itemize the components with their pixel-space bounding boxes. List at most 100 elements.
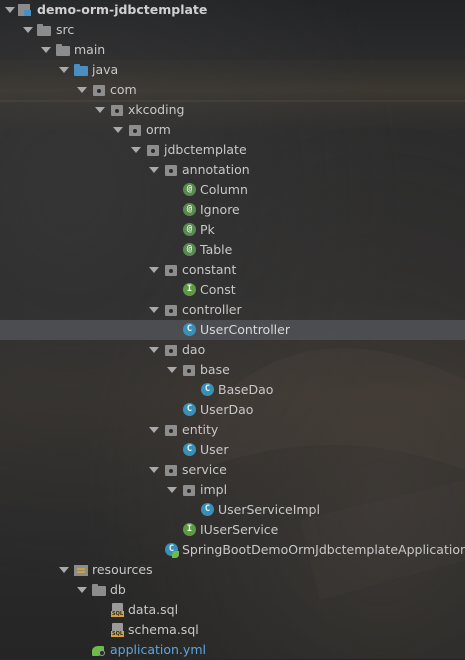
tree-row-schema-sql[interactable]: schema.sql bbox=[0, 620, 465, 640]
package-icon bbox=[111, 100, 125, 120]
tree-label-user: User bbox=[200, 442, 229, 457]
tree-row-constant[interactable]: constant bbox=[0, 260, 465, 280]
chevron-down-icon[interactable] bbox=[148, 420, 159, 440]
chevron-down-icon[interactable] bbox=[76, 80, 87, 100]
project-tree: demo-orm-jdbctemplate src main java com … bbox=[0, 0, 465, 660]
tree-row-orm[interactable]: orm bbox=[0, 120, 465, 140]
tree-label-user-controller: UserController bbox=[200, 322, 290, 337]
tree-row-base-dao[interactable]: C BaseDao bbox=[0, 380, 465, 400]
tree-row-user[interactable]: C User bbox=[0, 440, 465, 460]
tree-row-table[interactable]: @ Table bbox=[0, 240, 465, 260]
spring-leaf-icon bbox=[172, 551, 179, 558]
package-icon bbox=[165, 160, 179, 180]
chevron-down-icon[interactable] bbox=[112, 120, 123, 140]
tree-row-entity[interactable]: entity bbox=[0, 420, 465, 440]
folder-icon bbox=[37, 20, 51, 40]
chevron-down-icon[interactable] bbox=[130, 140, 141, 160]
tree-label-user-dao: UserDao bbox=[200, 402, 254, 417]
interface-icon: I bbox=[183, 283, 196, 296]
tree-row-root[interactable]: demo-orm-jdbctemplate bbox=[0, 0, 465, 20]
chevron-down-icon[interactable] bbox=[22, 20, 33, 40]
tree-label-const: Const bbox=[200, 282, 236, 297]
tree-label-application-yml: application.yml bbox=[110, 642, 206, 657]
tree-label-xkcoding: xkcoding bbox=[128, 102, 185, 117]
tree-label-app-class: SpringBootDemoOrmJdbctemplateApplication bbox=[182, 542, 465, 557]
annotation-type-icon: @ bbox=[183, 223, 196, 236]
interface-icon: I bbox=[183, 523, 196, 536]
tree-row-main[interactable]: main bbox=[0, 40, 465, 60]
class-icon: C bbox=[183, 443, 196, 456]
tree-row-column[interactable]: @ Column bbox=[0, 180, 465, 200]
chevron-down-icon[interactable] bbox=[148, 260, 159, 280]
chevron-down-icon[interactable] bbox=[148, 340, 159, 360]
chevron-down-icon[interactable] bbox=[40, 40, 51, 60]
tree-label-user-service-impl: UserServiceImpl bbox=[218, 502, 320, 517]
tree-row-controller[interactable]: controller bbox=[0, 300, 465, 320]
tree-row-service[interactable]: service bbox=[0, 460, 465, 480]
tree-label-table: Table bbox=[200, 242, 233, 257]
tree-label-main: main bbox=[74, 42, 106, 57]
chevron-down-icon[interactable] bbox=[148, 460, 159, 480]
tree-row-user-dao[interactable]: C UserDao bbox=[0, 400, 465, 420]
chevron-down-icon[interactable] bbox=[58, 60, 69, 80]
tree-row-java[interactable]: java bbox=[0, 60, 465, 80]
tree-label-db: db bbox=[110, 582, 126, 597]
package-icon bbox=[147, 140, 161, 160]
tree-label-annotation: annotation bbox=[182, 162, 250, 177]
package-icon bbox=[183, 360, 197, 380]
tree-row-jdbctemplate[interactable]: jdbctemplate bbox=[0, 140, 465, 160]
tree-row-com[interactable]: com bbox=[0, 80, 465, 100]
tree-row-xkcoding[interactable]: xkcoding bbox=[0, 100, 465, 120]
module-icon bbox=[18, 0, 32, 20]
package-icon bbox=[93, 80, 107, 100]
package-icon bbox=[165, 340, 179, 360]
tree-row-const[interactable]: I Const bbox=[0, 280, 465, 300]
tree-label-column: Column bbox=[200, 182, 248, 197]
class-icon: C bbox=[201, 503, 214, 516]
tree-label-ignore: Ignore bbox=[200, 202, 240, 217]
chevron-down-icon[interactable] bbox=[76, 580, 87, 600]
annotation-type-icon: @ bbox=[183, 183, 196, 196]
tree-label-service: service bbox=[182, 462, 227, 477]
tree-label-pk: Pk bbox=[200, 222, 215, 237]
chevron-down-icon[interactable] bbox=[148, 300, 159, 320]
sql-file-icon bbox=[111, 620, 125, 640]
tree-row-application-yml[interactable]: application.yml bbox=[0, 640, 465, 660]
tree-row-src[interactable]: src bbox=[0, 20, 465, 40]
chevron-down-icon[interactable] bbox=[94, 100, 105, 120]
chevron-down-icon[interactable] bbox=[166, 360, 177, 380]
tree-label-jdbctemplate: jdbctemplate bbox=[164, 142, 247, 157]
chevron-down-icon[interactable] bbox=[4, 0, 15, 20]
folder-icon bbox=[92, 580, 106, 600]
tree-label-resources: resources bbox=[92, 562, 153, 577]
tree-row-annotation[interactable]: annotation bbox=[0, 160, 465, 180]
tree-label-data-sql: data.sql bbox=[128, 602, 179, 617]
chevron-down-icon[interactable] bbox=[148, 160, 159, 180]
package-icon bbox=[129, 120, 143, 140]
tree-row-db[interactable]: db bbox=[0, 580, 465, 600]
tree-row-ignore[interactable]: @ Ignore bbox=[0, 200, 465, 220]
chevron-down-icon[interactable] bbox=[58, 560, 69, 580]
tree-label-iuser-service: IUserService bbox=[200, 522, 279, 537]
tree-label-base-dao: BaseDao bbox=[218, 382, 274, 397]
yml-file-icon bbox=[92, 640, 106, 660]
tree-row-dao[interactable]: dao bbox=[0, 340, 465, 360]
source-folder-icon bbox=[74, 60, 88, 80]
package-icon bbox=[165, 420, 179, 440]
package-icon bbox=[165, 260, 179, 280]
tree-row-data-sql[interactable]: data.sql bbox=[0, 600, 465, 620]
tree-row-impl[interactable]: impl bbox=[0, 480, 465, 500]
tree-label-orm: orm bbox=[146, 122, 171, 137]
tree-row-pk[interactable]: @ Pk bbox=[0, 220, 465, 240]
tree-row-user-controller[interactable]: C UserController bbox=[0, 320, 465, 340]
tree-row-iuser-service[interactable]: I IUserService bbox=[0, 520, 465, 540]
tree-row-resources[interactable]: resources bbox=[0, 560, 465, 580]
tree-label-base: base bbox=[200, 362, 230, 377]
tree-row-app-class[interactable]: C SpringBootDemoOrmJdbctemplateApplicati… bbox=[0, 540, 465, 560]
tree-row-base[interactable]: base bbox=[0, 360, 465, 380]
chevron-down-icon[interactable] bbox=[166, 480, 177, 500]
tree-row-user-service-impl[interactable]: C UserServiceImpl bbox=[0, 500, 465, 520]
tree-label-constant: constant bbox=[182, 262, 237, 277]
class-icon: C bbox=[183, 403, 196, 416]
folder-icon bbox=[56, 40, 70, 60]
